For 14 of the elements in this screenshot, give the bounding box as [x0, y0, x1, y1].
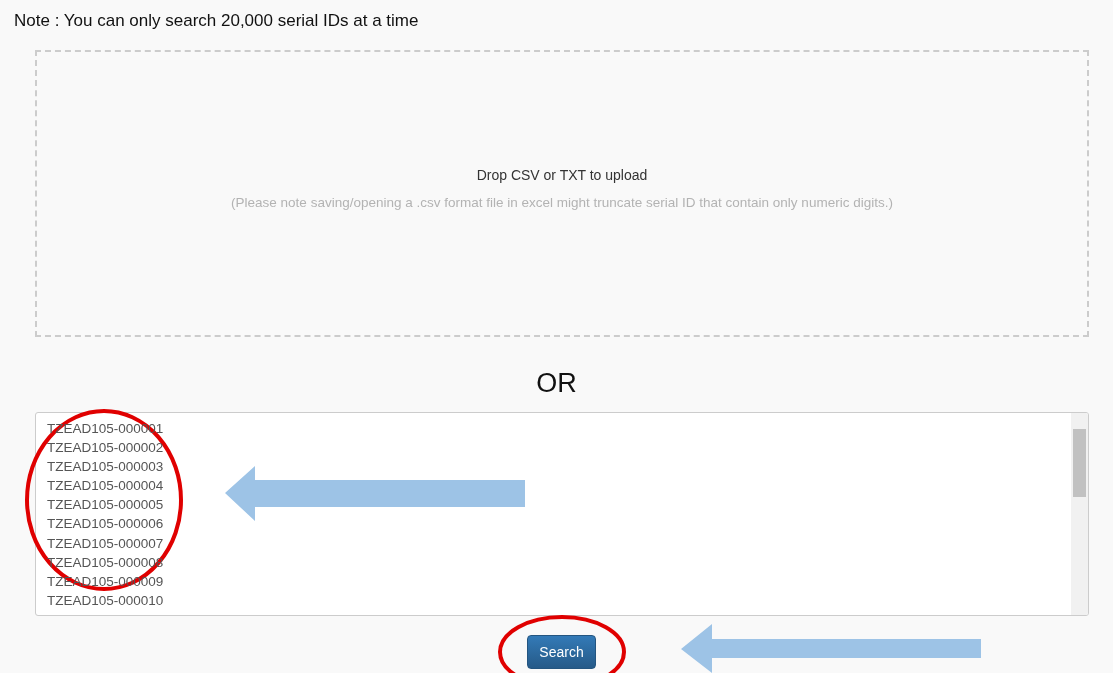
- serial-id: TZEAD105-000006: [47, 515, 164, 534]
- note-text: Note : You can only search 20,000 serial IDs at a time: [13, 10, 420, 31]
- scrollbar[interactable]: [1071, 413, 1088, 615]
- file-drop-zone[interactable]: Drop CSV or TXT to upload (Please note saving/opening a .csv format file in excel might truncate serial ID that contain only numeric digits.): [35, 50, 1089, 337]
- serial-id: TZEAD105-000002: [47, 439, 164, 458]
- search-button[interactable]: Search: [527, 635, 596, 669]
- serial-id: TZEAD105-000010: [47, 591, 164, 610]
- drop-zone-title: Drop CSV or TXT to upload: [476, 167, 648, 183]
- serial-id: TZEAD105-000004: [47, 477, 164, 496]
- serial-id: TZEAD105-000003: [47, 458, 164, 477]
- drop-zone-hint: (Please note saving/opening a .csv format file in excel might truncate serial ID that contain only numeric digits.): [231, 195, 893, 210]
- or-separator: OR: [536, 367, 577, 400]
- serial-id: TZEAD105-000005: [47, 496, 164, 515]
- serial-id: TZEAD105-000007: [47, 534, 164, 553]
